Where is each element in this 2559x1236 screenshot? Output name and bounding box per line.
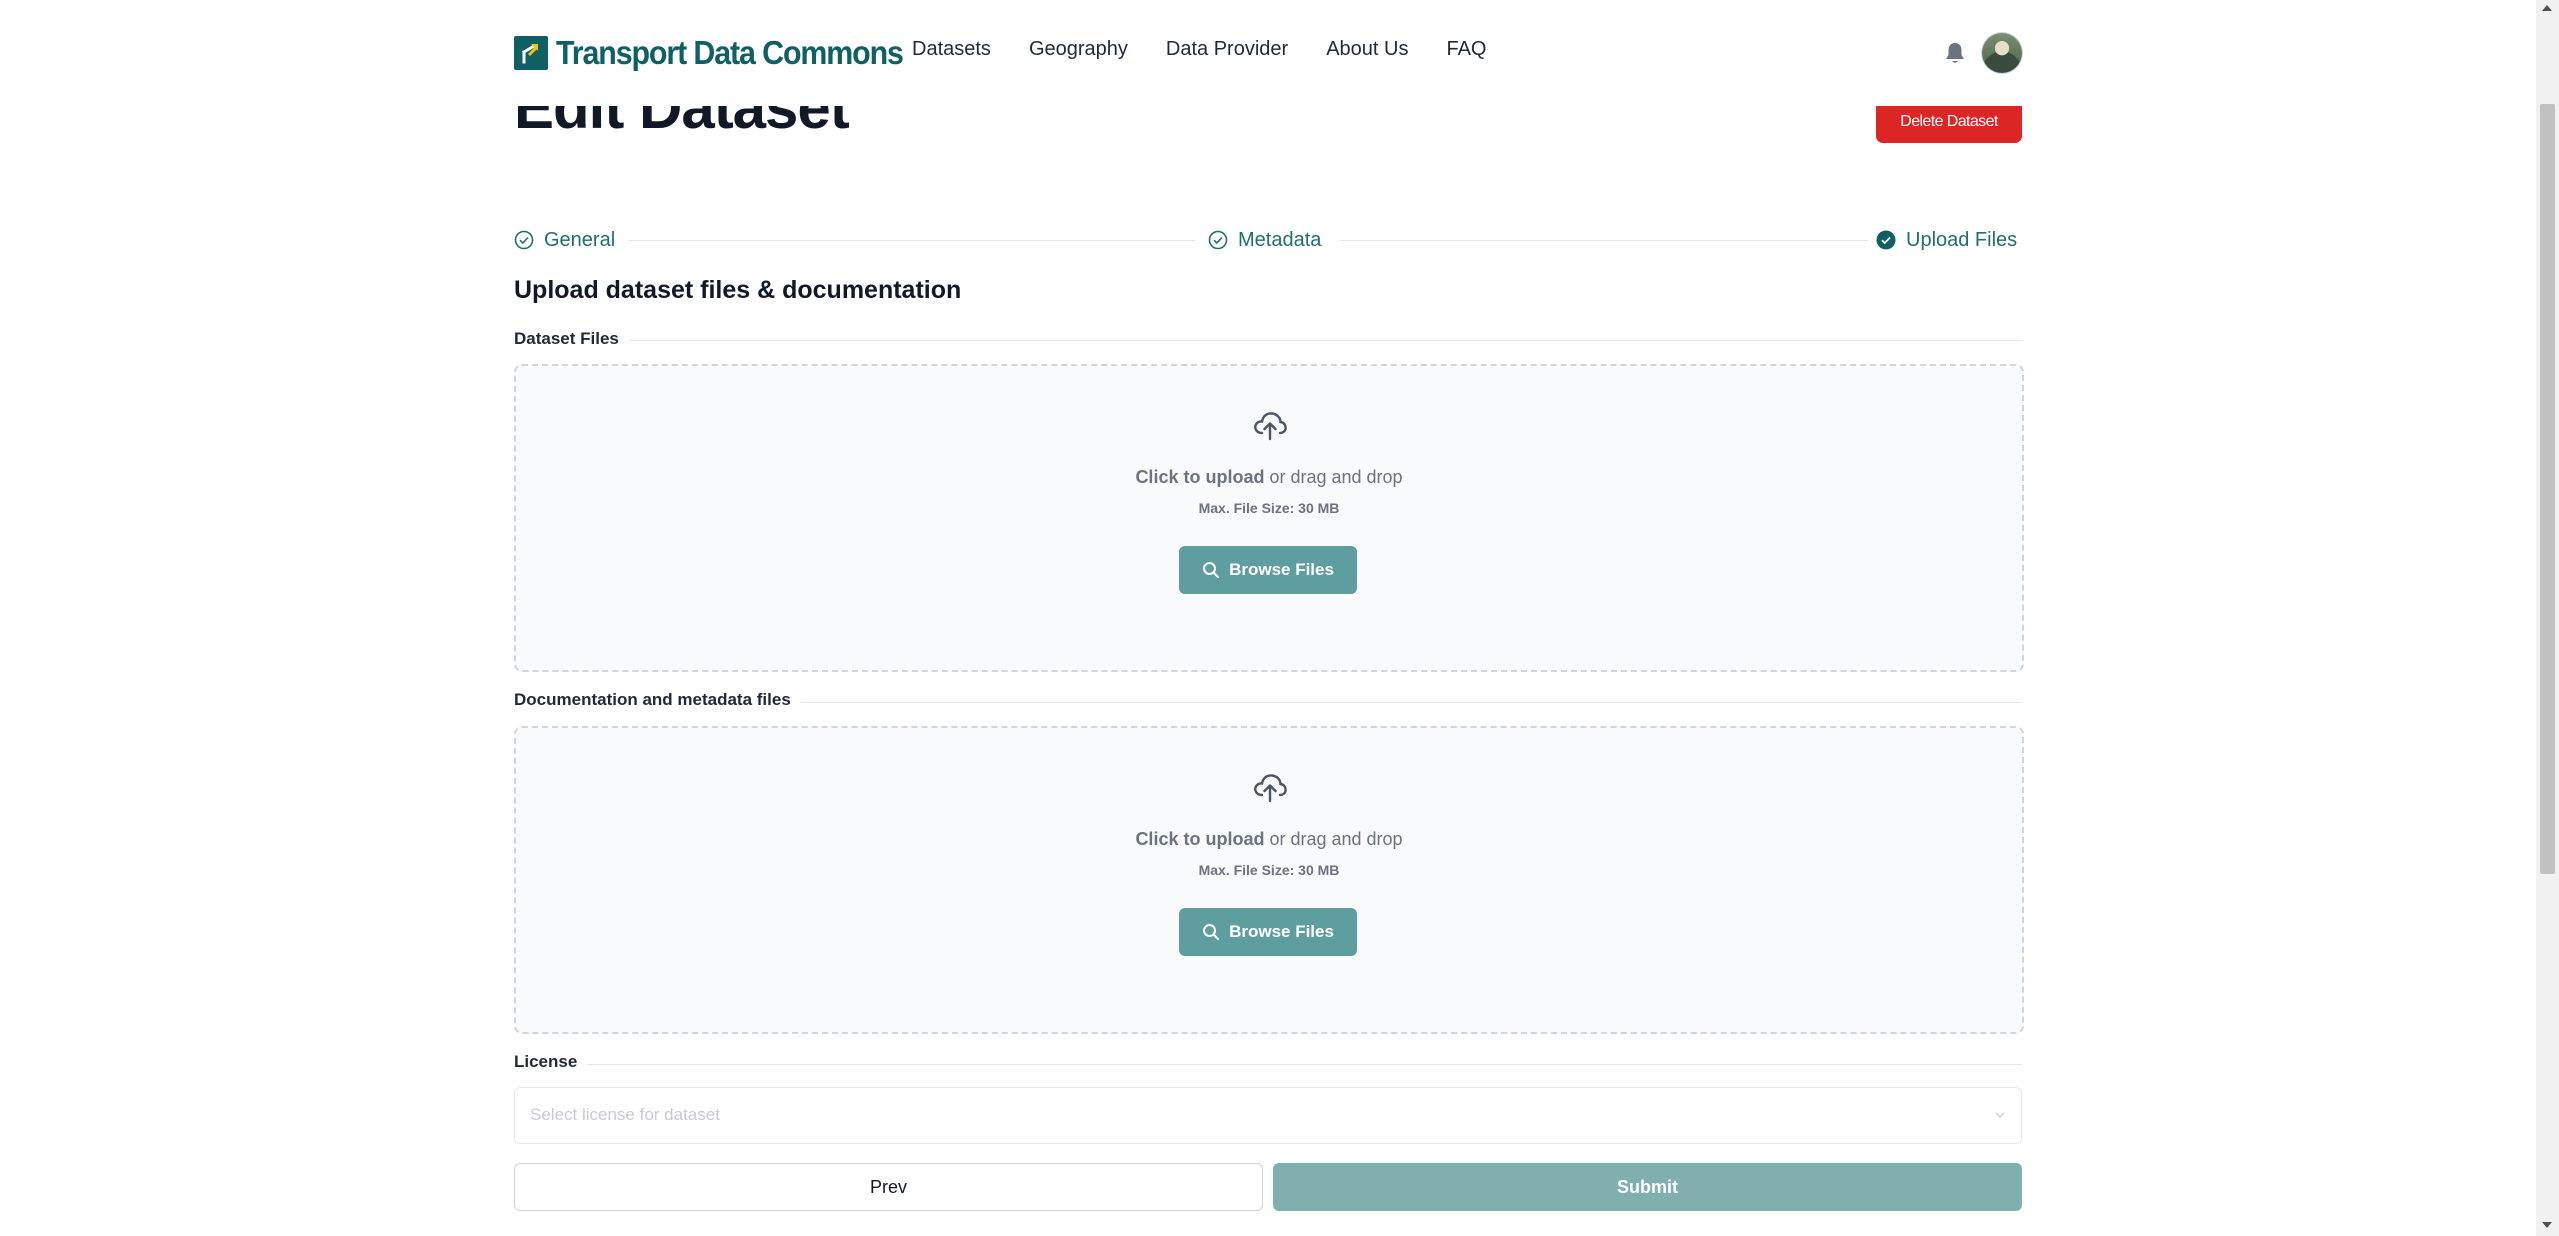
cloud-upload-icon bbox=[1254, 412, 1287, 441]
search-icon bbox=[1203, 924, 1220, 940]
main-nav: Datasets Geography Data Provider About U… bbox=[912, 38, 1524, 61]
submit-button[interactable]: Submit bbox=[1273, 1163, 2022, 1211]
browse-files-button[interactable]: Browse Files bbox=[1179, 546, 1357, 594]
license-placeholder: Select license for dataset bbox=[530, 1105, 720, 1124]
step-label: General bbox=[544, 228, 616, 251]
check-circle-icon bbox=[514, 230, 534, 250]
drag-drop-text: or drag and drop bbox=[1264, 467, 1403, 487]
nav-faq[interactable]: FAQ bbox=[1446, 38, 1486, 61]
avatar[interactable] bbox=[1982, 33, 2022, 73]
upload-instruction: Click to upload or drag and drop bbox=[516, 829, 2022, 850]
dataset-files-label: Dataset Files bbox=[514, 329, 629, 349]
bell-icon[interactable] bbox=[1944, 41, 1966, 65]
nav-data-provider[interactable]: Data Provider bbox=[1166, 38, 1288, 61]
divider bbox=[514, 340, 2022, 341]
upload-instruction: Click to upload or drag and drop bbox=[516, 467, 2022, 488]
nav-about-us[interactable]: About Us bbox=[1326, 38, 1408, 61]
scrollbar-thumb[interactable] bbox=[2540, 104, 2555, 874]
step-label: Metadata bbox=[1238, 228, 1322, 251]
step-metadata[interactable]: Metadata bbox=[1208, 226, 1321, 254]
nav-geography[interactable]: Geography bbox=[1029, 38, 1128, 61]
prev-button[interactable]: Prev bbox=[514, 1163, 1263, 1211]
page-scrollbar[interactable] bbox=[2536, 0, 2559, 1236]
click-to-upload-link[interactable]: Click to upload bbox=[1135, 467, 1264, 487]
delete-dataset-button[interactable]: Delete Dataset bbox=[1876, 100, 2022, 143]
scroll-up-arrow-icon[interactable] bbox=[2542, 5, 2552, 11]
step-label: Upload Files bbox=[1906, 228, 2018, 251]
license-label: License bbox=[514, 1052, 588, 1072]
click-to-upload-link[interactable]: Click to upload bbox=[1135, 829, 1264, 849]
browse-files-label: Browse Files bbox=[1229, 922, 1334, 941]
chevron-down-icon bbox=[1995, 1112, 2005, 1119]
step-connector bbox=[1340, 240, 1868, 241]
cloud-upload-icon bbox=[1254, 774, 1287, 803]
step-general[interactable]: General bbox=[514, 226, 615, 254]
step-connector bbox=[629, 240, 1195, 241]
browse-files-button[interactable]: Browse Files bbox=[1179, 908, 1357, 956]
drag-drop-text: or drag and drop bbox=[1264, 829, 1403, 849]
top-navbar: Transport Data Commons Datasets Geograph… bbox=[0, 0, 2536, 106]
max-file-size: Max. File Size: 30 MB bbox=[1198, 862, 1340, 878]
divider bbox=[514, 1064, 2022, 1065]
max-file-size: Max. File Size: 30 MB bbox=[1198, 500, 1340, 516]
section-heading: Upload dataset files & documentation bbox=[514, 276, 962, 304]
search-icon bbox=[1203, 562, 1220, 578]
license-select[interactable]: Select license for dataset bbox=[514, 1087, 2022, 1144]
check-circle-icon bbox=[1208, 230, 1228, 250]
documentation-files-label: Documentation and metadata files bbox=[514, 690, 801, 710]
nav-datasets[interactable]: Datasets bbox=[912, 38, 991, 61]
dataset-files-dropzone[interactable]: Click to upload or drag and drop Max. Fi… bbox=[514, 364, 2024, 672]
brand-name: Transport Data Commons bbox=[556, 34, 904, 71]
browse-files-label: Browse Files bbox=[1229, 560, 1334, 579]
step-upload-files[interactable]: Upload Files bbox=[1876, 226, 2017, 254]
check-circle-filled-icon bbox=[1876, 230, 1896, 250]
brand-logo[interactable]: Transport Data Commons bbox=[514, 34, 933, 72]
scroll-down-arrow-icon[interactable] bbox=[2542, 1222, 2552, 1228]
documentation-files-dropzone[interactable]: Click to upload or drag and drop Max. Fi… bbox=[514, 726, 2024, 1034]
form-stepper: General Metadata Upload Files bbox=[514, 226, 2022, 254]
logo-mark-icon bbox=[514, 36, 548, 70]
